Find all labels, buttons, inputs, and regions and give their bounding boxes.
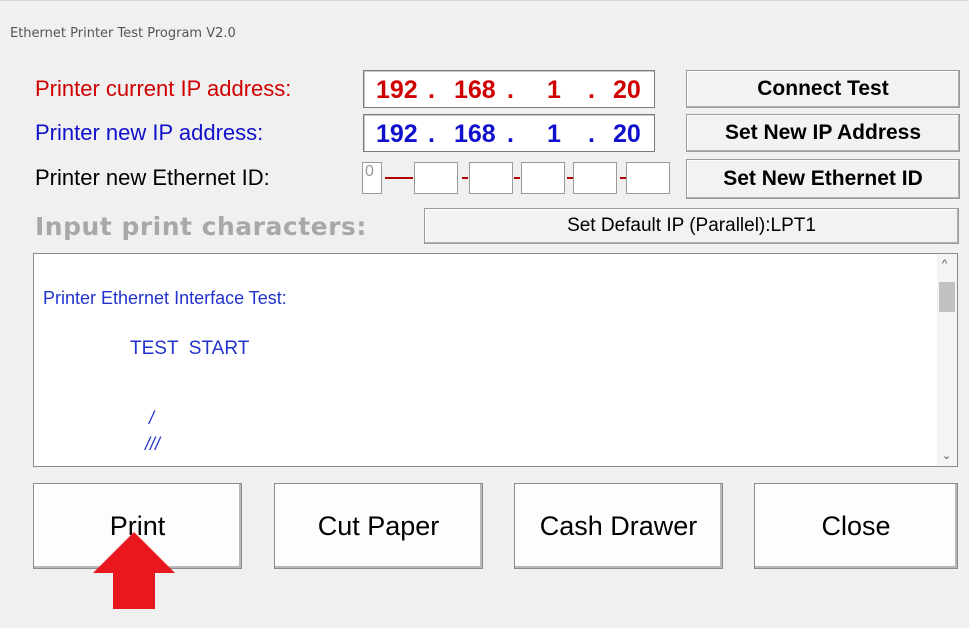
vertical-scrollbar[interactable]: ^ ⌄ [937, 254, 957, 466]
current-ip-label: Printer current IP address: [35, 76, 292, 101]
current-ip-field[interactable]: 192 . 168 . 1 . 20 [363, 70, 655, 108]
set-default-ip-button[interactable]: Set Default IP (Parallel):LPT1 [424, 208, 959, 244]
cut-paper-button[interactable]: Cut Paper [274, 483, 483, 569]
current-ip-octet-2: 168 [454, 76, 496, 104]
scroll-down-arrow-icon[interactable]: ⌄ [942, 449, 951, 462]
current-ip-octet-4: 20 [613, 76, 641, 104]
new-ip-octet-3: 1 [547, 120, 561, 148]
ip-dot: . [588, 120, 595, 148]
print-text-area[interactable]: Printer Ethernet Interface Test: TEST ST… [33, 253, 958, 467]
new-ip-label: Printer new IP address: [35, 120, 264, 145]
new-ip-field[interactable]: 192 . 168 . 1 . 20 [363, 114, 655, 152]
text-line: TEST START [130, 338, 250, 359]
scroll-up-arrow-icon[interactable]: ^ [942, 258, 947, 270]
ip-dot: . [428, 76, 435, 104]
id-separator [462, 177, 468, 179]
input-print-characters-label: Input print characters: [35, 212, 367, 241]
new-ip-octet-1: 192 [376, 120, 418, 148]
set-new-ip-button[interactable]: Set New IP Address [686, 114, 960, 152]
ethernet-id-field-2[interactable] [414, 162, 458, 194]
ethernet-id-field-3[interactable] [469, 162, 513, 194]
current-ip-octet-1: 192 [376, 76, 418, 104]
close-button[interactable]: Close [754, 483, 958, 569]
ethernet-id-label: Printer new Ethernet ID: [35, 165, 270, 190]
ip-dot: . [588, 76, 595, 104]
ip-dot: . [428, 120, 435, 148]
window-title: Ethernet Printer Test Program V2.0 [10, 26, 236, 41]
new-ip-octet-2: 168 [454, 120, 496, 148]
ip-dot: . [507, 120, 514, 148]
cash-drawer-button[interactable]: Cash Drawer [514, 483, 723, 569]
ethernet-id-field-6[interactable] [626, 162, 670, 194]
current-ip-octet-3: 1 [547, 76, 561, 104]
id-separator [385, 177, 413, 179]
id-separator [514, 177, 520, 179]
set-new-ethernet-id-button[interactable]: Set New Ethernet ID [686, 159, 960, 199]
ip-dot: . [507, 76, 514, 104]
connect-test-button[interactable]: Connect Test [686, 70, 960, 108]
text-line: Printer Ethernet Interface Test: [43, 288, 287, 308]
new-ip-octet-4: 20 [613, 120, 641, 148]
ethernet-id-field-5[interactable] [573, 162, 617, 194]
text-line: /// [145, 434, 161, 454]
ethernet-id-field-1[interactable]: 0 [362, 162, 382, 194]
scrollbar-thumb[interactable] [939, 282, 955, 312]
text-line: / [149, 408, 155, 428]
red-up-arrow-icon [93, 532, 175, 609]
window-top-border [0, 0, 969, 1]
ethernet-id-field-4[interactable] [521, 162, 565, 194]
